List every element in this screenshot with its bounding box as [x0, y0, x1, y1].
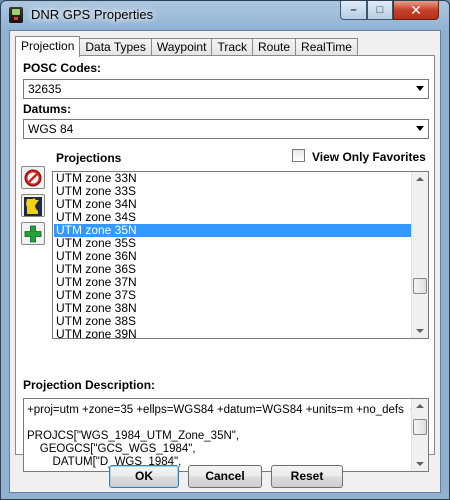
scroll-thumb[interactable] — [413, 278, 427, 294]
datums-label: Datums: — [23, 102, 72, 116]
tab-projection[interactable]: Projection — [15, 36, 81, 57]
scroll-down-icon[interactable] — [416, 329, 424, 333]
scroll-thumb[interactable] — [413, 419, 427, 435]
add-favorite-button[interactable] — [21, 222, 45, 245]
remove-favorite-button[interactable] — [21, 166, 45, 189]
posc-codes-value: 32635 — [28, 82, 62, 96]
view-only-favorites-checkbox[interactable] — [292, 149, 305, 162]
no-entry-icon — [24, 169, 42, 187]
minnesota-button[interactable] — [21, 194, 45, 217]
projections-label: Projections — [56, 151, 122, 165]
tab-strip: Projection Data Types Waypoint Track Rou… — [15, 36, 358, 57]
cancel-button[interactable]: Cancel — [188, 465, 262, 488]
gps-app-icon — [9, 7, 23, 23]
projection-description-label: Projection Description: — [23, 378, 156, 392]
minimize-button[interactable]: – — [340, 1, 367, 20]
datums-value: WGS 84 — [28, 122, 74, 136]
description-line: +proj=utm +zone=35 +ellps=WGS84 +datum=W… — [27, 404, 424, 416]
dialog-window: DNR GPS Properties – □ ✕ Projection Data… — [0, 0, 450, 500]
scroll-up-icon[interactable] — [416, 404, 424, 408]
ok-button[interactable]: OK — [109, 465, 179, 488]
close-icon: ✕ — [410, 1, 422, 18]
window-title: DNR GPS Properties — [31, 7, 154, 22]
projection-panel: POSC Codes: 32635 Datums: WGS 84 Project… — [15, 55, 435, 472]
description-scrollbar[interactable] — [411, 399, 428, 471]
chevron-down-icon — [416, 86, 424, 91]
list-item[interactable]: UTM zone 39N — [54, 328, 411, 339]
title-bar[interactable]: DNR GPS Properties – □ ✕ — [1, 1, 449, 29]
description-line: PROJCS["WGS_1984_UTM_Zone_35N", — [27, 430, 240, 442]
tab-realtime[interactable]: RealTime — [296, 38, 358, 56]
reset-button[interactable]: Reset — [271, 465, 343, 488]
minnesota-map-icon — [24, 197, 42, 216]
maximize-button[interactable]: □ — [367, 1, 393, 20]
scroll-down-icon[interactable] — [416, 462, 424, 466]
posc-codes-label: POSC Codes: — [23, 61, 102, 75]
tab-waypoint[interactable]: Waypoint — [151, 38, 213, 56]
dialog-client-area: Projection Data Types Waypoint Track Rou… — [9, 30, 441, 493]
minimize-icon: – — [350, 4, 357, 16]
tab-route[interactable]: Route — [253, 38, 297, 56]
plus-icon — [24, 225, 42, 243]
maximize-icon: □ — [376, 4, 384, 16]
projection-description-box[interactable]: +proj=utm +zone=35 +ellps=WGS84 +datum=W… — [23, 398, 429, 472]
tab-track[interactable]: Track — [212, 38, 253, 56]
description-line: GEOGCS["GCS_WGS_1984", — [27, 443, 196, 455]
view-only-favorites-label[interactable]: View Only Favorites — [312, 150, 426, 164]
scroll-up-icon[interactable] — [416, 177, 424, 181]
close-button[interactable]: ✕ — [393, 1, 439, 20]
chevron-down-icon — [416, 126, 424, 131]
projections-list[interactable]: UTM zone 33N UTM zone 33S UTM zone 34N U… — [52, 171, 429, 339]
posc-codes-dropdown[interactable]: 32635 — [23, 79, 429, 99]
datums-dropdown[interactable]: WGS 84 — [23, 119, 429, 139]
tab-data-types[interactable]: Data Types — [80, 38, 152, 56]
projections-scrollbar[interactable] — [411, 172, 428, 338]
